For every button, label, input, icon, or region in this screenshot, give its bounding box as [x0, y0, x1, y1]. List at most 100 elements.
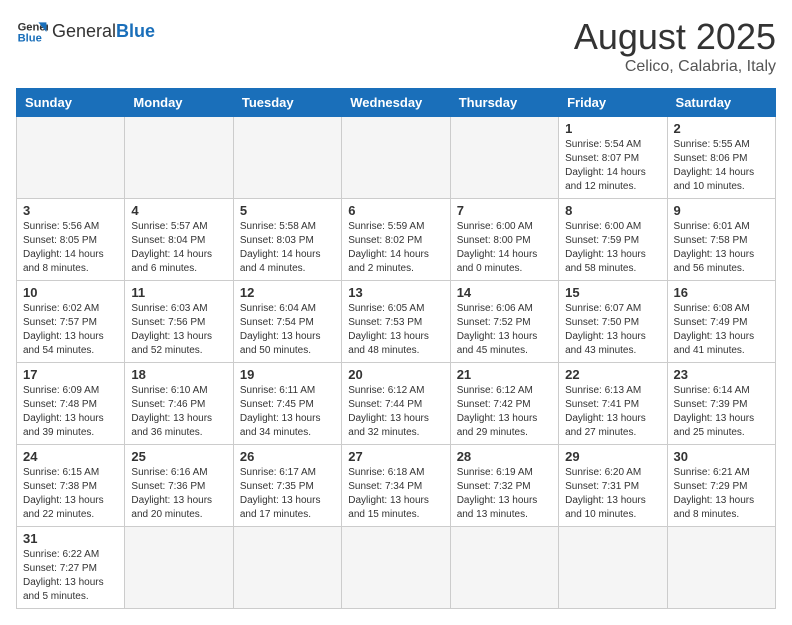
day-info: Sunrise: 6:22 AM Sunset: 7:27 PM Dayligh… [23, 548, 118, 604]
weekday-header-tuesday: Tuesday [233, 89, 341, 117]
day-number: 9 [674, 203, 769, 218]
day-info: Sunrise: 6:14 AM Sunset: 7:39 PM Dayligh… [674, 384, 769, 440]
weekday-header-sunday: Sunday [17, 89, 125, 117]
day-info: Sunrise: 6:08 AM Sunset: 7:49 PM Dayligh… [674, 302, 769, 358]
calendar-week-row: 1Sunrise: 5:54 AM Sunset: 8:07 PM Daylig… [17, 117, 776, 199]
day-info: Sunrise: 6:20 AM Sunset: 7:31 PM Dayligh… [565, 466, 660, 522]
weekday-header-wednesday: Wednesday [342, 89, 450, 117]
calendar-day-cell [667, 527, 775, 609]
calendar-day-cell: 29 Sunrise: 6:20 AM Sunset: 7:31 PM Dayli… [559, 445, 667, 527]
day-info: Sunrise: 6:09 AM Sunset: 7:48 PM Dayligh… [23, 384, 118, 440]
calendar-day-cell: 1Sunrise: 5:54 AM Sunset: 8:07 PM Daylig… [559, 117, 667, 199]
day-number: 7 [457, 203, 552, 218]
day-number: 27 [348, 449, 443, 464]
calendar-day-cell: 11Sunrise: 6:03 AM Sunset: 7:56 PM Dayli… [125, 281, 233, 363]
weekday-header-thursday: Thursday [450, 89, 558, 117]
day-number: 25 [131, 449, 226, 464]
calendar-title: August 2025 [574, 16, 776, 58]
calendar-subtitle: Celico, Calabria, Italy [574, 58, 776, 76]
calendar-day-cell: 26Sunrise: 6:17 AM Sunset: 7:35 PM Dayli… [233, 445, 341, 527]
day-info: Sunrise: 6:18 AM Sunset: 7:34 PM Dayligh… [348, 466, 443, 522]
calendar-day-cell: 8Sunrise: 6:00 AM Sunset: 7:59 PM Daylig… [559, 199, 667, 281]
day-number: 11 [131, 285, 226, 300]
day-number: 2 [674, 121, 769, 136]
day-info: Sunrise: 6:11 AM Sunset: 7:45 PM Dayligh… [240, 384, 335, 440]
calendar-day-cell: 22Sunrise: 6:13 AM Sunset: 7:41 PM Dayli… [559, 363, 667, 445]
calendar-day-cell: 2Sunrise: 5:55 AM Sunset: 8:06 PM Daylig… [667, 117, 775, 199]
day-number: 19 [240, 367, 335, 382]
calendar-day-cell [450, 527, 558, 609]
day-number: 29 [565, 449, 660, 464]
day-number: 4 [131, 203, 226, 218]
day-info: Sunrise: 5:59 AM Sunset: 8:02 PM Dayligh… [348, 220, 443, 276]
logo-blue: Blue [116, 21, 155, 41]
page-header: General Blue GeneralBlue August 2025 Cel… [16, 16, 776, 76]
calendar-day-cell: 25 Sunrise: 6:16 AM Sunset: 7:36 PM Dayli… [125, 445, 233, 527]
calendar-day-cell: 28 Sunrise: 6:19 AM Sunset: 7:32 PM Dayli… [450, 445, 558, 527]
calendar-day-cell [233, 117, 341, 199]
calendar-day-cell: 3Sunrise: 5:56 AM Sunset: 8:05 PM Daylig… [17, 199, 125, 281]
calendar-day-cell: 18Sunrise: 6:10 AM Sunset: 7:46 PM Dayli… [125, 363, 233, 445]
day-number: 30 [674, 449, 769, 464]
logo-icon: General Blue [16, 16, 48, 48]
day-number: 5 [240, 203, 335, 218]
day-info: Sunrise: 6:02 AM Sunset: 7:57 PM Dayligh… [23, 302, 118, 358]
calendar-day-cell: 5 Sunrise: 5:58 AM Sunset: 8:03 PM Daylig… [233, 199, 341, 281]
weekday-header-saturday: Saturday [667, 89, 775, 117]
day-info: Sunrise: 6:12 AM Sunset: 7:44 PM Dayligh… [348, 384, 443, 440]
day-info: Sunrise: 6:05 AM Sunset: 7:53 PM Dayligh… [348, 302, 443, 358]
calendar-day-cell [450, 117, 558, 199]
day-info: Sunrise: 6:16 AM Sunset: 7:36 PM Dayligh… [131, 466, 226, 522]
logo: General Blue GeneralBlue [16, 16, 155, 48]
day-number: 21 [457, 367, 552, 382]
day-number: 17 [23, 367, 118, 382]
weekday-header-friday: Friday [559, 89, 667, 117]
logo-general: General [52, 21, 116, 41]
day-info: Sunrise: 6:21 AM Sunset: 7:29 PM Dayligh… [674, 466, 769, 522]
day-number: 1 [565, 121, 660, 136]
day-number: 28 [457, 449, 552, 464]
weekday-header-row: SundayMondayTuesdayWednesdayThursdayFrid… [17, 89, 776, 117]
day-number: 10 [23, 285, 118, 300]
day-info: Sunrise: 5:57 AM Sunset: 8:04 PM Dayligh… [131, 220, 226, 276]
calendar-day-cell [125, 527, 233, 609]
calendar-day-cell [559, 527, 667, 609]
day-info: Sunrise: 5:58 AM Sunset: 8:03 PM Dayligh… [240, 220, 335, 276]
day-number: 24 [23, 449, 118, 464]
calendar-day-cell: 14Sunrise: 6:06 AM Sunset: 7:52 PM Dayli… [450, 281, 558, 363]
day-info: Sunrise: 6:15 AM Sunset: 7:38 PM Dayligh… [23, 466, 118, 522]
calendar-week-row: 24 Sunrise: 6:15 AM Sunset: 7:38 PM Dayli… [17, 445, 776, 527]
day-info: Sunrise: 6:06 AM Sunset: 7:52 PM Dayligh… [457, 302, 552, 358]
calendar-day-cell [17, 117, 125, 199]
calendar-day-cell: 7 Sunrise: 6:00 AM Sunset: 8:00 PM Daylig… [450, 199, 558, 281]
calendar-day-cell: 24 Sunrise: 6:15 AM Sunset: 7:38 PM Dayli… [17, 445, 125, 527]
day-info: Sunrise: 5:56 AM Sunset: 8:05 PM Dayligh… [23, 220, 118, 276]
day-info: Sunrise: 6:04 AM Sunset: 7:54 PM Dayligh… [240, 302, 335, 358]
calendar-day-cell: 4 Sunrise: 5:57 AM Sunset: 8:04 PM Daylig… [125, 199, 233, 281]
day-number: 12 [240, 285, 335, 300]
day-info: Sunrise: 6:19 AM Sunset: 7:32 PM Dayligh… [457, 466, 552, 522]
day-number: 31 [23, 531, 118, 546]
weekday-header-monday: Monday [125, 89, 233, 117]
calendar-day-cell: 15Sunrise: 6:07 AM Sunset: 7:50 PM Dayli… [559, 281, 667, 363]
day-info: Sunrise: 6:17 AM Sunset: 7:35 PM Dayligh… [240, 466, 335, 522]
day-info: Sunrise: 6:12 AM Sunset: 7:42 PM Dayligh… [457, 384, 552, 440]
calendar-day-cell: 9Sunrise: 6:01 AM Sunset: 7:58 PM Daylig… [667, 199, 775, 281]
day-number: 20 [348, 367, 443, 382]
day-number: 6 [348, 203, 443, 218]
calendar-day-cell [342, 117, 450, 199]
svg-text:Blue: Blue [18, 33, 42, 45]
calendar-day-cell: 12 Sunrise: 6:04 AM Sunset: 7:54 PM Dayli… [233, 281, 341, 363]
day-info: Sunrise: 6:10 AM Sunset: 7:46 PM Dayligh… [131, 384, 226, 440]
calendar-week-row: 31 Sunrise: 6:22 AM Sunset: 7:27 PM Dayli… [17, 527, 776, 609]
title-block: August 2025 Celico, Calabria, Italy [574, 16, 776, 76]
calendar-day-cell: 6 Sunrise: 5:59 AM Sunset: 8:02 PM Daylig… [342, 199, 450, 281]
calendar-day-cell: 13 Sunrise: 6:05 AM Sunset: 7:53 PM Dayli… [342, 281, 450, 363]
calendar-day-cell: 20 Sunrise: 6:12 AM Sunset: 7:44 PM Dayli… [342, 363, 450, 445]
day-info: Sunrise: 6:00 AM Sunset: 8:00 PM Dayligh… [457, 220, 552, 276]
day-number: 13 [348, 285, 443, 300]
calendar-day-cell: 16Sunrise: 6:08 AM Sunset: 7:49 PM Dayli… [667, 281, 775, 363]
calendar-day-cell: 10 Sunrise: 6:02 AM Sunset: 7:57 PM Dayli… [17, 281, 125, 363]
day-number: 15 [565, 285, 660, 300]
calendar-day-cell [125, 117, 233, 199]
